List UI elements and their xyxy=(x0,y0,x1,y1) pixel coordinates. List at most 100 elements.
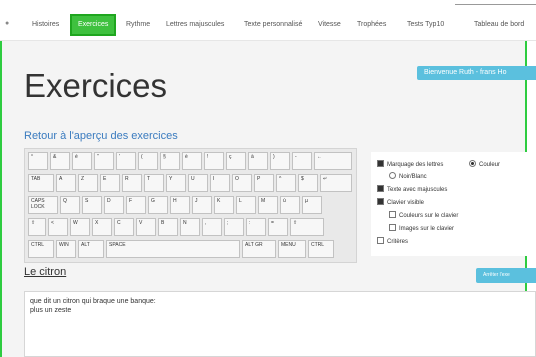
key[interactable]: A xyxy=(56,174,76,192)
key[interactable]: ← xyxy=(314,152,352,170)
key[interactable]: µ xyxy=(302,196,322,214)
label-couleur: Couleur xyxy=(479,162,501,168)
label-clavier-visible: Clavier visible xyxy=(387,200,425,206)
key[interactable]: WIN xyxy=(56,240,76,258)
key[interactable]: F xyxy=(126,196,146,214)
exercise-text[interactable]: que dit un citron qui braque une banque:… xyxy=(24,291,536,357)
key[interactable]: ^ xyxy=(276,174,296,192)
key[interactable]: TAB xyxy=(28,174,54,192)
key[interactable]: ALT xyxy=(78,240,104,258)
key[interactable]: V xyxy=(136,218,156,236)
radio-couleur[interactable] xyxy=(469,160,476,167)
key[interactable]: ALT GR xyxy=(242,240,276,258)
key[interactable]: SPACE xyxy=(106,240,240,258)
key[interactable]: CTRL xyxy=(308,240,334,258)
key[interactable]: ( xyxy=(138,152,158,170)
key[interactable]: D xyxy=(104,196,124,214)
key[interactable]: ç xyxy=(226,152,246,170)
key[interactable]: ↵ xyxy=(320,174,352,192)
key[interactable]: , xyxy=(202,218,222,236)
key[interactable]: N xyxy=(180,218,200,236)
welcome-button[interactable]: Bienvenue Ruth - frans Ho xyxy=(417,66,536,80)
option-couleurs-clavier[interactable]: Couleurs sur le clavier xyxy=(389,211,458,219)
key[interactable]: - xyxy=(292,152,312,170)
nav-tableau-de-bord[interactable]: Tableau de bord xyxy=(474,21,524,28)
option-images-clavier[interactable]: Images sur le clavier xyxy=(389,224,454,232)
option-criteres[interactable]: Critères xyxy=(377,237,408,245)
key[interactable]: L xyxy=(236,196,256,214)
top-divider xyxy=(455,4,536,5)
option-clavier-visible[interactable]: Clavier visible xyxy=(377,198,424,206)
checkbox-marquage[interactable] xyxy=(377,160,384,167)
key[interactable]: O xyxy=(232,174,252,192)
key[interactable]: $ xyxy=(298,174,318,192)
nav-rythme[interactable]: Rythme xyxy=(126,21,150,28)
nav-texte-personnalise[interactable]: Texte personnalisé xyxy=(244,21,302,28)
label-criteres: Critères xyxy=(387,239,409,245)
option-majuscules[interactable]: Texte avec majuscules xyxy=(377,185,447,193)
key[interactable]: : xyxy=(246,218,266,236)
key[interactable]: < xyxy=(48,218,68,236)
key[interactable]: ⇧ xyxy=(290,218,324,236)
page-title: Exercices xyxy=(24,67,168,104)
radio-noir-blanc[interactable] xyxy=(389,172,396,179)
key[interactable]: " xyxy=(94,152,114,170)
key[interactable]: K xyxy=(214,196,234,214)
nav-exercices[interactable]: Exercices xyxy=(70,14,117,36)
top-navigation: ● Histoires Exercices Rythme Lettres maj… xyxy=(0,0,536,41)
nav-tests-typ10[interactable]: Tests Typ10 xyxy=(407,21,444,28)
key[interactable]: ⇧ xyxy=(28,218,46,236)
checkbox-images-clavier[interactable] xyxy=(389,224,396,231)
nav-lettres-majuscules[interactable]: Lettres majuscules xyxy=(166,21,224,28)
key[interactable]: & xyxy=(50,152,70,170)
key[interactable]: S xyxy=(82,196,102,214)
key[interactable]: P xyxy=(254,174,274,192)
key[interactable]: ° xyxy=(28,152,48,170)
key[interactable]: B xyxy=(158,218,178,236)
key[interactable]: è xyxy=(182,152,202,170)
key[interactable]: ù xyxy=(280,196,300,214)
key[interactable]: T xyxy=(144,174,164,192)
option-noir-blanc[interactable]: Noir/Blanc xyxy=(389,172,427,180)
key[interactable]: U xyxy=(188,174,208,192)
key[interactable]: Y xyxy=(166,174,186,192)
key[interactable]: X xyxy=(92,218,112,236)
key[interactable]: I xyxy=(210,174,230,192)
back-to-exercises-link[interactable]: Retour à l'aperçu des exercices xyxy=(24,130,178,142)
nav-histoires[interactable]: Histoires xyxy=(32,21,59,28)
key[interactable]: = xyxy=(268,218,288,236)
key[interactable]: é xyxy=(72,152,92,170)
stop-exercise-button[interactable]: Arrêter l'exe xyxy=(476,268,536,283)
key[interactable]: ! xyxy=(204,152,224,170)
key[interactable]: G xyxy=(148,196,168,214)
checkbox-clavier-visible[interactable] xyxy=(377,198,384,205)
key[interactable]: J xyxy=(192,196,212,214)
nav-vitesse[interactable]: Vitesse xyxy=(318,21,341,28)
checkbox-majuscules[interactable] xyxy=(377,185,384,192)
key[interactable]: ; xyxy=(224,218,244,236)
virtual-keyboard: ° & é " '(§ è! ç à) - ← TAB A Z E R T Y U I O P ^ $ ↵ CAPS LOCK Q… xyxy=(24,148,357,263)
exercise-line: que dit un citron qui braque une banque: xyxy=(30,298,156,305)
key[interactable]: E xyxy=(100,174,120,192)
exercise-line: plus un zeste xyxy=(30,307,72,314)
checkbox-criteres[interactable] xyxy=(377,237,384,244)
key[interactable]: § xyxy=(160,152,180,170)
nav-trophees[interactable]: Trophées xyxy=(357,21,386,28)
option-couleur[interactable]: Couleur xyxy=(469,160,500,168)
key[interactable]: ) xyxy=(270,152,290,170)
key[interactable]: MENU xyxy=(278,240,306,258)
option-marquage[interactable]: Marquage des lettres xyxy=(377,160,443,168)
key[interactable]: C xyxy=(114,218,134,236)
key[interactable]: Z xyxy=(78,174,98,192)
key[interactable]: à xyxy=(248,152,268,170)
key[interactable]: ' xyxy=(116,152,136,170)
home-icon[interactable]: ● xyxy=(5,20,9,27)
key[interactable]: R xyxy=(122,174,142,192)
key[interactable]: W xyxy=(70,218,90,236)
key[interactable]: CTRL xyxy=(28,240,54,258)
checkbox-couleurs-clavier[interactable] xyxy=(389,211,396,218)
key[interactable]: CAPS LOCK xyxy=(28,196,58,214)
key[interactable]: M xyxy=(258,196,278,214)
key[interactable]: Q xyxy=(60,196,80,214)
key[interactable]: H xyxy=(170,196,190,214)
